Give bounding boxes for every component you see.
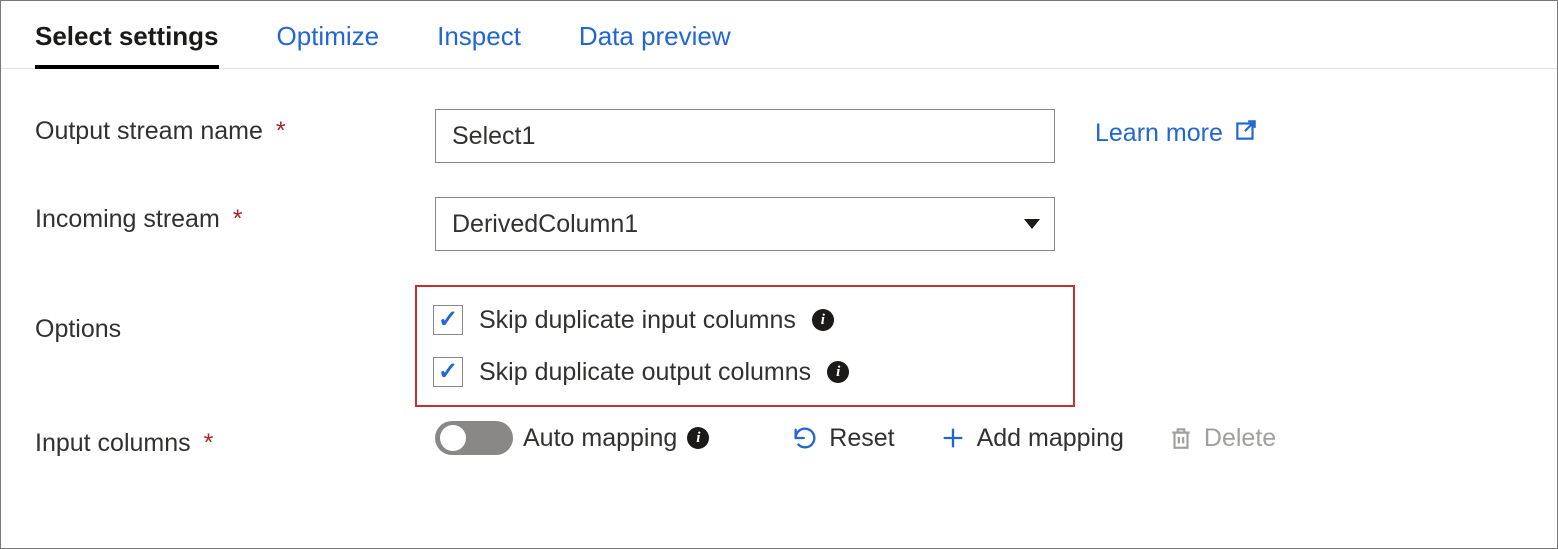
add-mapping-label: Add mapping <box>977 424 1124 453</box>
label-input-columns: Input columns * <box>35 421 435 458</box>
required-asterisk: * <box>233 205 243 233</box>
label-text: Options <box>35 315 121 343</box>
required-asterisk: * <box>204 429 214 457</box>
incoming-stream-value: DerivedColumn1 <box>452 210 638 239</box>
toggle-knob <box>440 425 466 451</box>
row-output-stream-name: Output stream name * Learn more <box>35 109 1523 163</box>
delete-button: Delete <box>1168 424 1276 453</box>
row-options: Options Skip duplicate input columns i S… <box>35 285 1523 407</box>
chevron-down-icon <box>1024 219 1040 229</box>
label-options: Options <box>35 285 435 344</box>
required-asterisk: * <box>276 117 286 145</box>
reset-label: Reset <box>829 424 894 453</box>
auto-mapping-group: Auto mapping i <box>435 421 709 455</box>
label-output-stream-name: Output stream name * <box>35 109 435 146</box>
delete-label: Delete <box>1204 424 1276 453</box>
row-incoming-stream: Incoming stream * DerivedColumn1 <box>35 197 1523 251</box>
tab-optimize[interactable]: Optimize <box>277 13 380 68</box>
info-icon[interactable]: i <box>827 361 849 383</box>
row-input-columns: Input columns * Auto mapping i <box>35 421 1523 458</box>
label-incoming-stream: Incoming stream * <box>35 197 435 234</box>
skip-dup-input-checkbox[interactable] <box>433 305 463 335</box>
skip-dup-input-label: Skip duplicate input columns <box>479 306 796 335</box>
checkbox-row-skip-dup-input: Skip duplicate input columns i <box>433 305 1057 335</box>
label-text: Output stream name <box>35 117 263 145</box>
info-icon[interactable]: i <box>812 309 834 331</box>
options-highlight-box: Skip duplicate input columns i Skip dupl… <box>415 285 1075 407</box>
skip-dup-output-label: Skip duplicate output columns <box>479 358 811 387</box>
learn-more-link[interactable]: Learn more <box>1095 109 1259 150</box>
incoming-stream-select[interactable]: DerivedColumn1 <box>435 197 1055 251</box>
label-text: Incoming stream <box>35 205 220 233</box>
output-stream-name-input[interactable] <box>435 109 1055 163</box>
info-icon[interactable]: i <box>687 427 709 449</box>
tab-data-preview[interactable]: Data preview <box>579 13 731 68</box>
reset-icon <box>791 424 819 452</box>
reset-button[interactable]: Reset <box>791 424 894 453</box>
settings-panel: Select settings Optimize Inspect Data pr… <box>0 0 1558 549</box>
skip-dup-output-checkbox[interactable] <box>433 357 463 387</box>
label-text: Input columns <box>35 429 191 457</box>
trash-icon <box>1168 425 1194 451</box>
tab-bar: Select settings Optimize Inspect Data pr… <box>1 1 1557 69</box>
add-mapping-button[interactable]: Add mapping <box>939 424 1124 453</box>
form-area: Output stream name * Learn more <box>1 69 1557 458</box>
checkbox-row-skip-dup-output: Skip duplicate output columns i <box>433 357 1057 387</box>
tab-select-settings[interactable]: Select settings <box>35 13 219 69</box>
open-external-icon <box>1233 117 1259 150</box>
tab-inspect[interactable]: Inspect <box>437 13 521 68</box>
auto-mapping-toggle[interactable] <box>435 421 513 455</box>
learn-more-text: Learn more <box>1095 119 1223 148</box>
auto-mapping-label: Auto mapping <box>523 424 677 453</box>
input-columns-toolbar: Reset Add mapping <box>791 424 1276 453</box>
plus-icon <box>939 424 967 452</box>
